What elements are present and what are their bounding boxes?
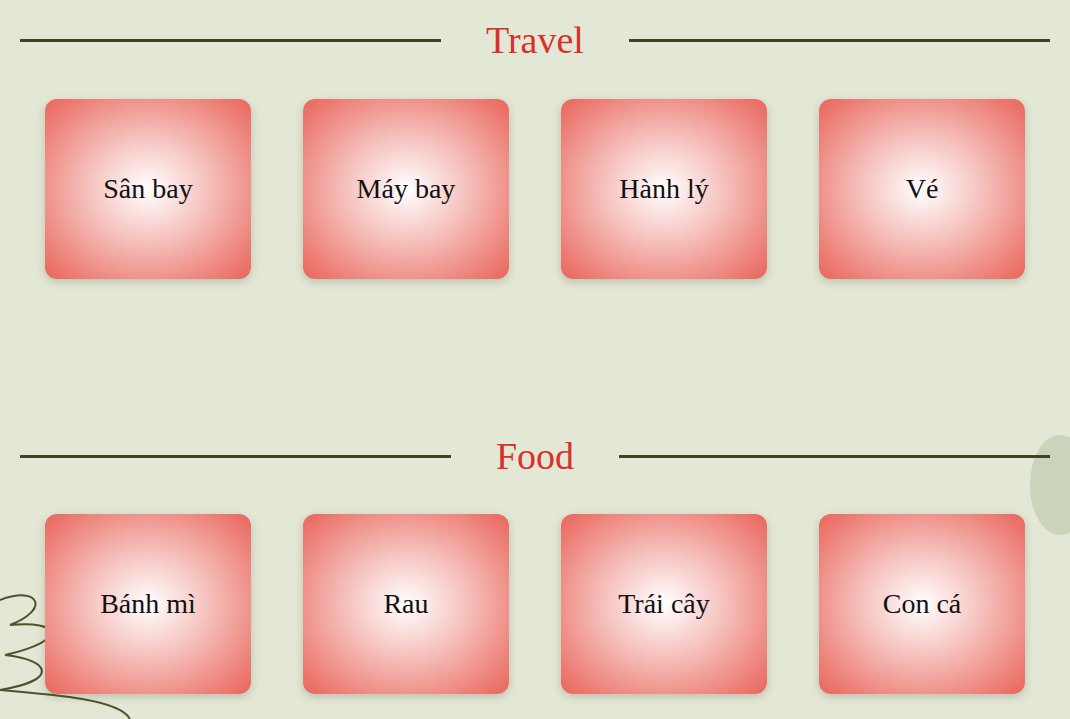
word-card-row: Bánh mì Rau Trái cây Con cá [20, 514, 1050, 694]
word-card[interactable]: Con cá [819, 514, 1025, 694]
word-label: Vé [906, 168, 939, 210]
word-card[interactable]: Vé [819, 99, 1025, 279]
section-heading: Food [20, 433, 1050, 479]
word-label: Sân bay [103, 168, 192, 210]
word-card[interactable]: Hành lý [561, 99, 767, 279]
section-title: Travel [441, 17, 629, 63]
word-label: Hành lý [619, 168, 708, 210]
divider-line [20, 39, 441, 42]
page: Travel Sân bay Máy bay Hành lý Vé Food Bánh mì… [0, 0, 1070, 694]
word-label: Rau [383, 583, 428, 625]
divider-line [619, 455, 1050, 458]
word-card-row: Sân bay Máy bay Hành lý Vé [20, 99, 1050, 279]
word-label: Máy bay [357, 168, 456, 210]
word-card[interactable]: Máy bay [303, 99, 509, 279]
word-card[interactable]: Rau [303, 514, 509, 694]
word-label: Bánh mì [100, 583, 196, 625]
word-label: Con cá [883, 583, 962, 625]
word-card[interactable]: Sân bay [45, 99, 251, 279]
word-card[interactable]: Bánh mì [45, 514, 251, 694]
word-card[interactable]: Trái cây [561, 514, 767, 694]
divider-line [629, 39, 1050, 42]
word-label: Trái cây [618, 583, 710, 625]
divider-line [20, 455, 451, 458]
section-title: Food [451, 433, 619, 479]
section-heading: Travel [20, 17, 1050, 63]
